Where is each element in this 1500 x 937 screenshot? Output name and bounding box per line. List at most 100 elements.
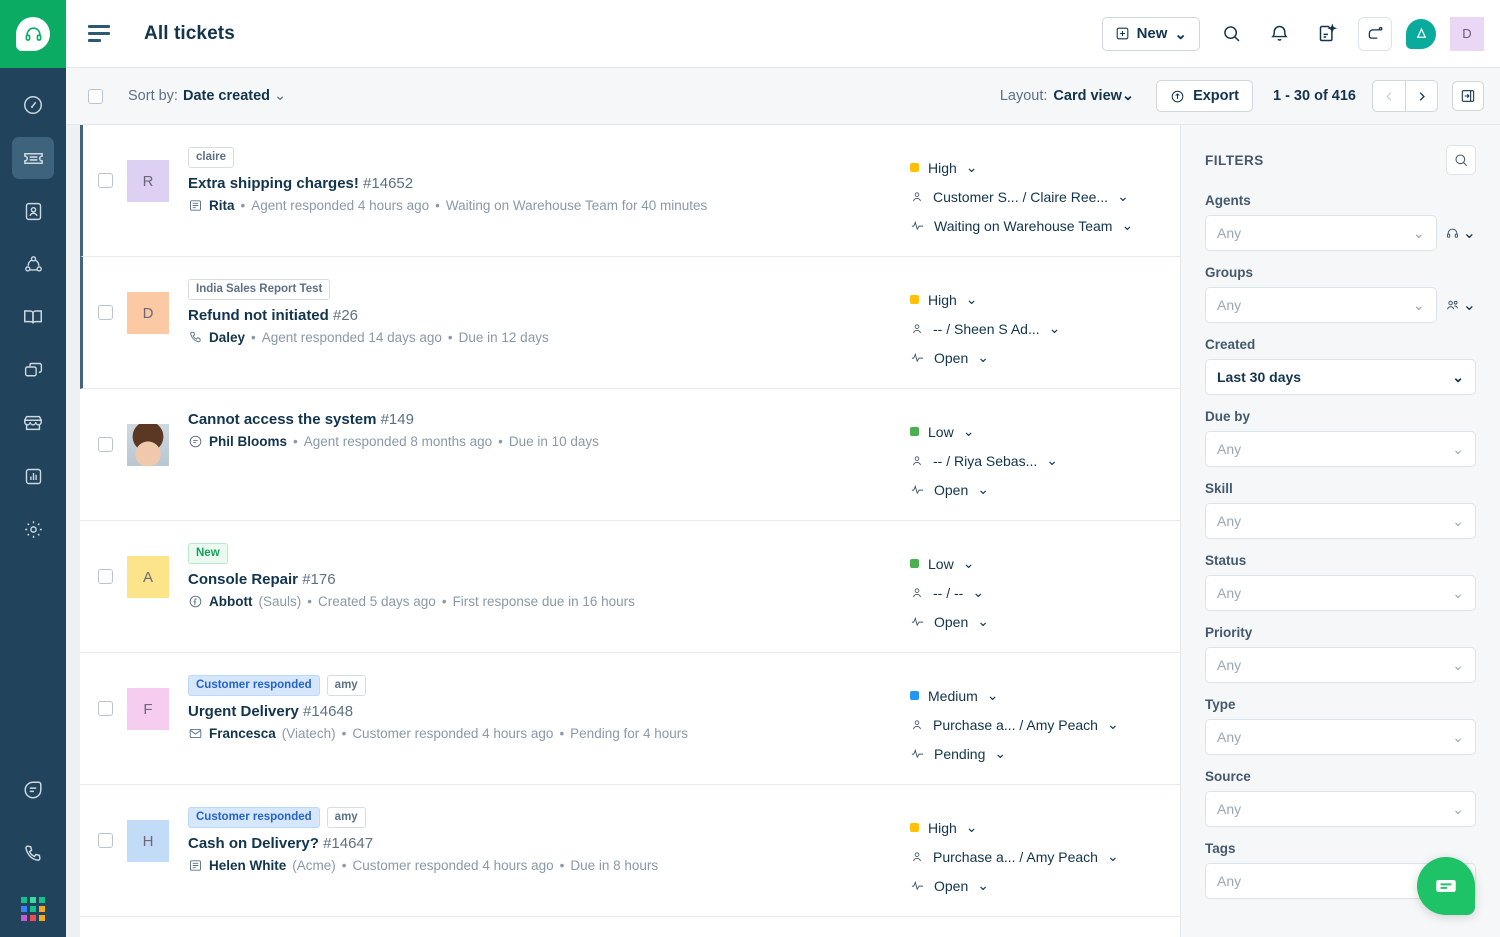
ticket-tag[interactable]: Customer responded [188, 675, 320, 696]
ticket-subject[interactable]: Extra shipping charges! #14652 [188, 175, 900, 192]
ticket-card[interactable]: H Customer responded amy Cash on Delivery? … [80, 785, 1180, 917]
ticket-assignee[interactable]: -- / Riya Sebas...⌄ [910, 452, 1180, 469]
ticket-priority[interactable]: High⌄ [910, 159, 1180, 176]
ticket-status[interactable]: Waiting on Warehouse Team⌄ [910, 217, 1180, 234]
ticket-list[interactable]: RclaireExtra shipping charges! #14652Rit… [66, 125, 1180, 937]
ticket-subject[interactable]: Cash on Delivery? #14647 [188, 835, 900, 852]
search-icon[interactable] [1214, 17, 1248, 51]
filters-search-button[interactable] [1446, 145, 1476, 175]
app-logo[interactable] [0, 0, 66, 68]
sidebar-item-reports[interactable] [12, 455, 54, 497]
ticket-status[interactable]: Open⌄ [910, 349, 1180, 366]
select-all-checkbox[interactable] [88, 89, 103, 104]
ticket-assignee[interactable]: Purchase a... / Amy Peach⌄ [910, 848, 1180, 865]
ticket-card[interactable]: FCustomer respondedamyUrgent Delivery #1… [80, 653, 1180, 785]
ticket-status[interactable]: Open⌄ [910, 613, 1180, 630]
sidebar-item-settings[interactable] [12, 508, 54, 550]
ticket-assignee[interactable]: -- / --⌄ [910, 584, 1180, 601]
ticket-tags: India Sales Report Test [188, 279, 900, 300]
avatar-initial: H [143, 833, 154, 850]
filter-select[interactable]: Any⌄ [1205, 647, 1476, 683]
ticket-tag[interactable]: India Sales Report Test [188, 279, 330, 300]
apps-grid-icon[interactable] [21, 897, 45, 921]
sidebar-item-marketplace[interactable] [12, 402, 54, 444]
ticket-priority[interactable]: High⌄ [910, 819, 1180, 836]
filter-select[interactable]: Any⌄ [1205, 719, 1476, 755]
ticket-subject[interactable]: Urgent Delivery #14648 [188, 703, 900, 720]
ticket-status[interactable]: Pending⌄ [910, 745, 1180, 762]
ticket-priority[interactable]: Low⌄ [910, 423, 1180, 440]
ticket-assignee[interactable]: Customer S... / Claire Ree...⌄ [910, 188, 1180, 205]
avatar[interactable]: D [1450, 17, 1484, 51]
ticket-subject[interactable]: Refund not initiated #26 [188, 307, 900, 324]
meta-separator: • [435, 198, 440, 213]
filter-select[interactable]: Any⌄ [1205, 287, 1437, 323]
ticket-tag[interactable]: amy [327, 675, 366, 696]
ticket-tag[interactable]: amy [327, 807, 366, 828]
ticket-checkbox[interactable] [98, 437, 113, 452]
freddy-ai-icon[interactable] [1406, 19, 1436, 49]
recent-activity-icon[interactable] [1358, 17, 1392, 51]
ticket-checkbox[interactable] [98, 173, 113, 188]
filter-select[interactable]: Any⌄ [1205, 503, 1476, 539]
ticket-assignee[interactable]: Purchase a... / Amy Peach⌄ [910, 716, 1180, 733]
ticket-meta: Phil Blooms•Agent responded 8 months ago… [188, 434, 900, 449]
sidebar-item-contacts[interactable] [12, 190, 54, 232]
hamburger-icon[interactable] [88, 25, 110, 42]
filter-select[interactable]: Any⌄ [1205, 431, 1476, 467]
people-icon[interactable]: ⌄ [1445, 295, 1476, 315]
chevron-down-icon: ⌄ [1452, 729, 1464, 746]
ticket-card[interactable]: ANewConsole Repair #176Abbott(Sauls)•Cre… [80, 521, 1180, 653]
requester-avatar: H [127, 820, 169, 862]
filter-select[interactable]: Any⌄ [1205, 575, 1476, 611]
collapse-panel-button[interactable] [1452, 81, 1484, 111]
phone-handset-icon[interactable] [12, 833, 54, 875]
ticket-subject[interactable]: Cannot access the system #149 [188, 411, 900, 428]
ticket-tag[interactable]: claire [188, 147, 234, 168]
headset-icon[interactable]: ⌄ [1445, 223, 1476, 243]
meta-separator: • [251, 330, 256, 345]
ticket-checkbox[interactable] [98, 833, 113, 848]
ticket-status[interactable]: Open⌄ [910, 877, 1180, 894]
ticket-checkbox[interactable] [98, 569, 113, 584]
prev-page-button[interactable] [1373, 81, 1405, 111]
sidebar-item-solutions[interactable] [12, 296, 54, 338]
filter-select[interactable]: Any⌄ [1205, 791, 1476, 827]
export-button[interactable]: Export [1156, 80, 1253, 112]
ticket-subject[interactable]: Console Repair #176 [188, 571, 900, 588]
ticket-card[interactable]: RclaireExtra shipping charges! #14652Rit… [80, 125, 1180, 257]
new-button[interactable]: New ⌄ [1102, 17, 1200, 51]
ticket-card[interactable]: Cannot access the system #149 Phil Blooms… [80, 389, 1180, 521]
sidebar-item-tickets[interactable] [12, 137, 54, 179]
bell-icon[interactable] [1262, 17, 1296, 51]
ticket-card[interactable]: DIndia Sales Report TestRefund not initi… [80, 257, 1180, 389]
person-icon [910, 322, 924, 336]
sort-by-control[interactable]: Sort by:Date created ⌄ [128, 88, 286, 104]
next-page-button[interactable] [1405, 81, 1437, 111]
sidebar-item-social[interactable] [12, 243, 54, 285]
ticket-tag[interactable]: New [188, 543, 228, 564]
ticket-tag[interactable]: Customer responded [188, 807, 320, 828]
ticket-priority[interactable]: Medium⌄ [910, 687, 1180, 704]
status-pulse-icon [910, 482, 925, 497]
chevron-down-icon: ⌄ [1107, 716, 1119, 733]
ticket-card[interactable]: MCustomer respondedamyFree delivery #146… [80, 917, 1180, 937]
ticket-body: Customer responded amy Cash on Delivery? #… [169, 807, 910, 873]
ticket-status[interactable]: Open⌄ [910, 481, 1180, 498]
filter-value: Any [1217, 585, 1241, 601]
ticket-checkbox[interactable] [98, 305, 113, 320]
filter-select[interactable]: Any⌄ [1205, 215, 1437, 251]
chat-leaf-icon[interactable] [12, 769, 54, 811]
sparkle-note-icon[interactable] [1310, 17, 1344, 51]
layout-value[interactable]: Card view ⌄ [1053, 88, 1134, 104]
filter-select[interactable]: Last 30 days⌄ [1205, 359, 1476, 395]
ticket-assignee[interactable]: -- / Sheen S Ad...⌄ [910, 320, 1180, 337]
chevron-down-icon: ⌄ [1121, 217, 1133, 234]
ticket-priority[interactable]: Low⌄ [910, 555, 1180, 572]
sidebar-item-dashboard[interactable] [12, 84, 54, 126]
filter-value: Any [1217, 873, 1241, 889]
sidebar-item-chat[interactable] [12, 349, 54, 391]
ticket-checkbox[interactable] [98, 701, 113, 716]
ticket-priority[interactable]: High⌄ [910, 291, 1180, 308]
chat-fab-button[interactable] [1417, 857, 1475, 915]
